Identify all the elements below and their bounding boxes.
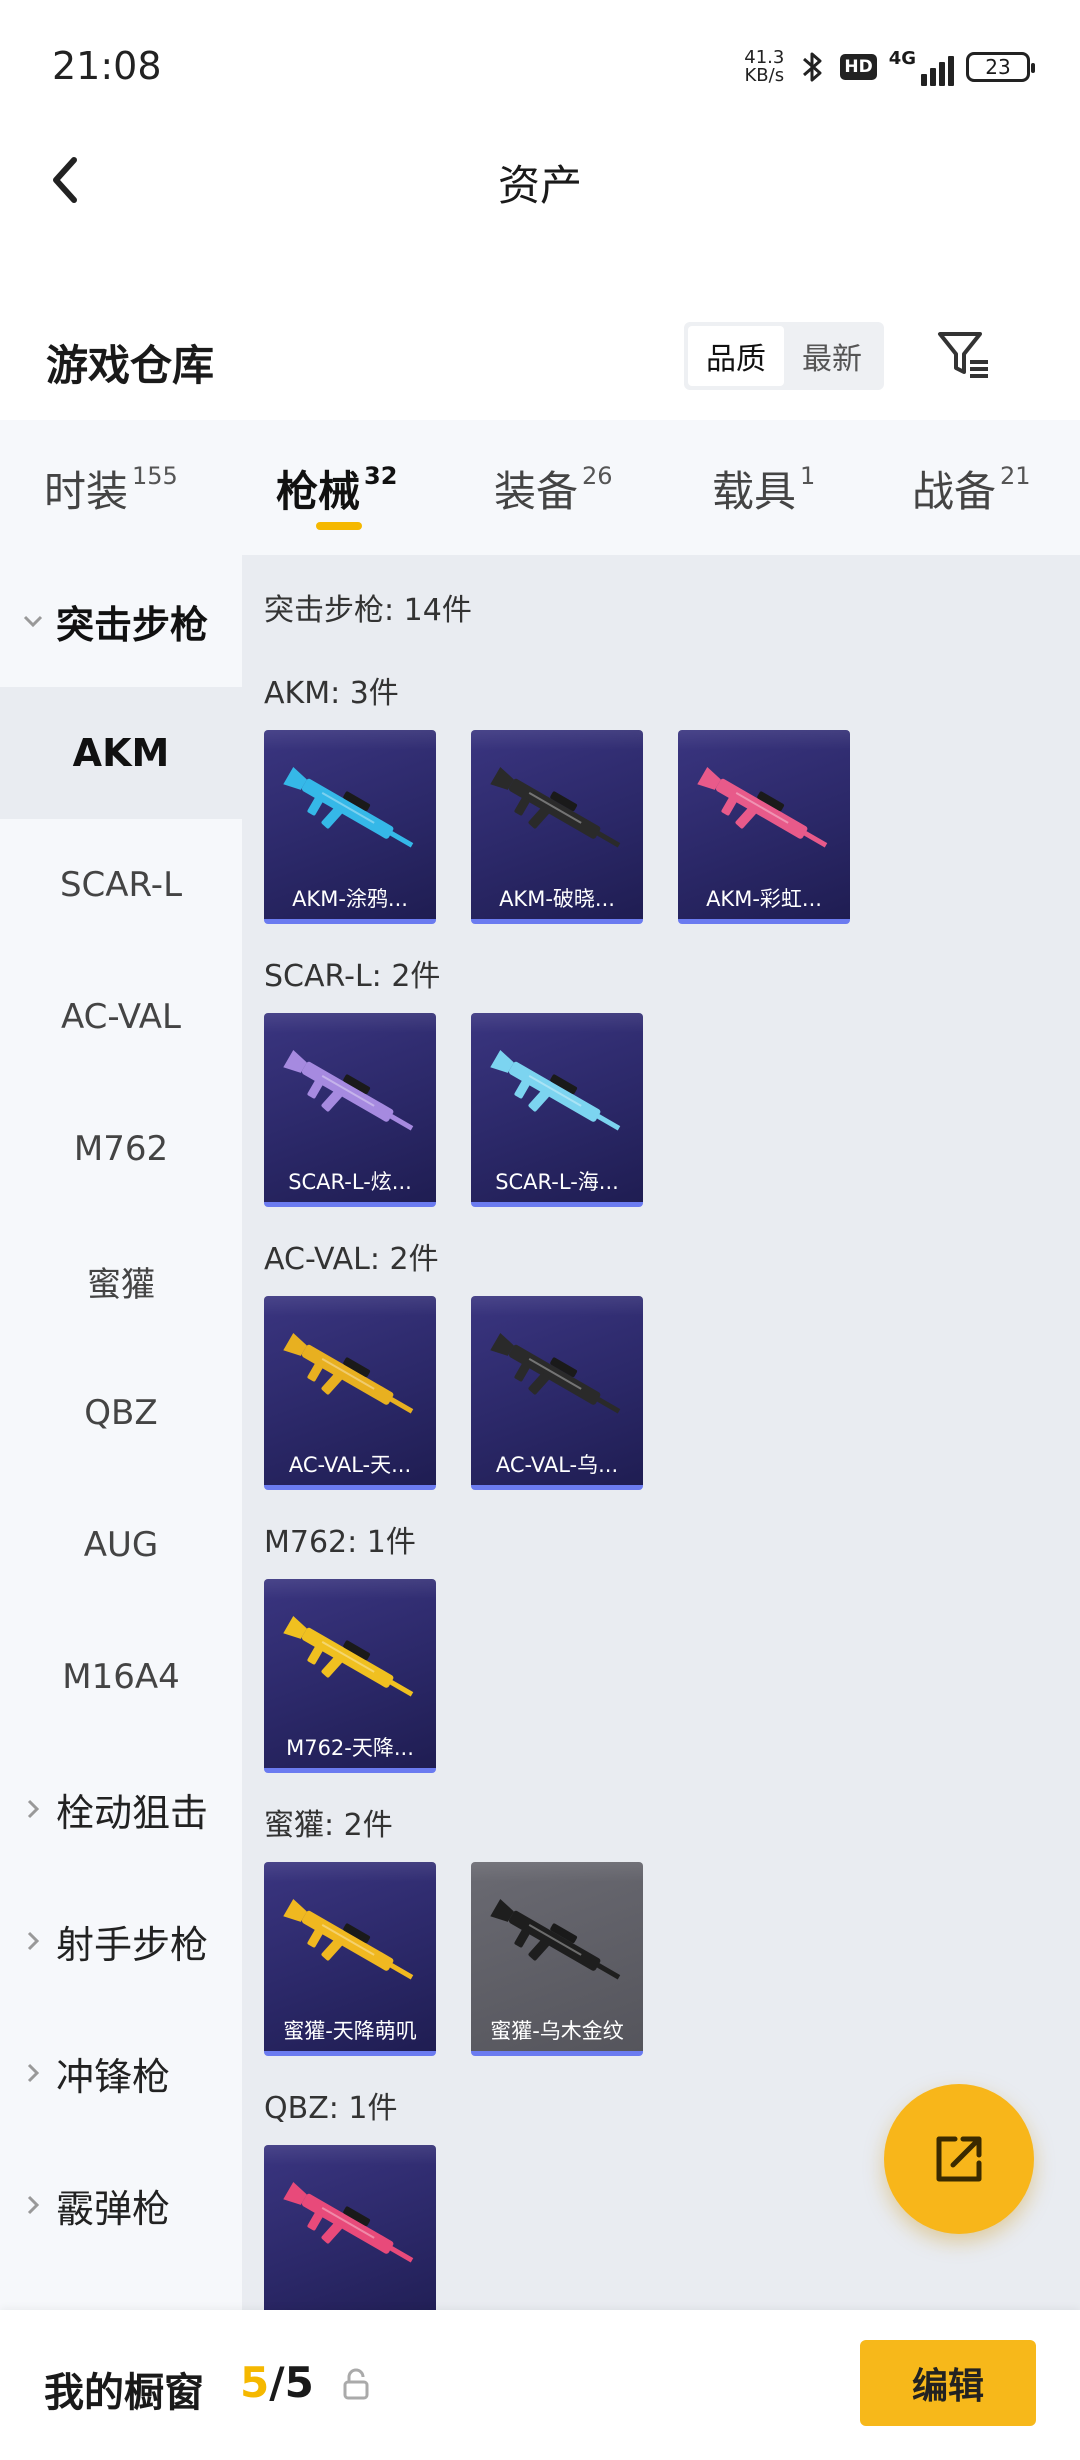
weapon-card[interactable]: 蜜獾-天降萌叽 <box>264 1862 436 2056</box>
sidebar-group-marksman-rifle[interactable]: 射手步枪 <box>0 1875 242 2007</box>
status-bar: 21:08 41.3 KB/s HD 4G 23 <box>0 0 1080 130</box>
showcase-label: 我的橱窗 <box>44 2370 204 2416</box>
sidebar-item-akm[interactable]: AKM <box>0 687 242 819</box>
sidebar-item-scar-l[interactable]: SCAR-L <box>0 819 242 951</box>
sidebar-item-m762[interactable]: M762 <box>0 1083 242 1215</box>
group-title-m762: M762: 1件 <box>264 1525 416 1560</box>
warehouse-header: 游戏仓库 品质 最新 <box>0 310 1080 410</box>
page-title: 资产 <box>497 161 582 210</box>
rifle-icon <box>283 766 414 848</box>
group-title-qbz: QBZ: 1件 <box>264 2091 398 2126</box>
weapon-card[interactable]: SCAR-L-海... <box>471 1013 643 1207</box>
tab-vehicles[interactable]: 载具 1 <box>712 458 815 519</box>
group-title-ac-val: AC-VAL: 2件 <box>264 1242 439 1277</box>
weapon-card[interactable]: AKM-破晓... <box>471 730 643 924</box>
filter-icon[interactable] <box>934 324 994 384</box>
sidebar-item-ac-val[interactable]: AC-VAL <box>0 951 242 1083</box>
status-time: 21:08 <box>52 44 162 88</box>
edit-button[interactable]: 编辑 <box>860 2340 1036 2426</box>
rifle-icon <box>490 766 621 848</box>
bluetooth-icon <box>803 52 822 82</box>
sidebar-item-honey-badger[interactable]: 蜜獾 <box>0 1215 242 1347</box>
sort-quality-button[interactable]: 品质 <box>688 326 784 386</box>
sidebar-item-m16a4[interactable]: M16A4 <box>0 1611 242 1743</box>
weapon-card[interactable]: AKM-彩虹... <box>678 730 850 924</box>
section-title: 游戏仓库 <box>46 341 215 390</box>
status-icons: 41.3 KB/s HD 4G 23 <box>744 44 1035 90</box>
weapon-type-sidebar: 突击步枪 AKM SCAR-L AC-VAL M762 蜜獾 QBZ AUG M… <box>0 555 242 2310</box>
rifle-icon <box>697 766 828 848</box>
tab-firearms[interactable]: 枪械 32 <box>276 458 397 519</box>
net-speed: 41.3 KB/s <box>744 47 785 86</box>
showcase-bar: 我的橱窗 5/5 编辑 <box>0 2310 1080 2460</box>
tab-equipment[interactable]: 装备 26 <box>494 458 613 519</box>
sidebar-group-shotgun[interactable]: 霰弹枪 <box>0 2139 242 2271</box>
group-title-akm: AKM: 3件 <box>264 676 399 711</box>
chevron-right-icon <box>27 1799 40 1819</box>
rifle-icon <box>490 1332 621 1414</box>
weapon-card[interactable]: AC-VAL-天... <box>264 1296 436 1490</box>
weapon-card[interactable]: AC-VAL-乌... <box>471 1296 643 1490</box>
tab-indicator <box>316 522 362 530</box>
share-button[interactable] <box>884 2084 1034 2234</box>
showcase-count: 5/5 <box>240 2358 314 2407</box>
rifle-icon <box>283 1615 414 1697</box>
tab-supplies[interactable]: 战备 21 <box>912 458 1031 519</box>
sort-toggle: 品质 最新 <box>684 322 884 390</box>
weapon-card[interactable]: AKM-涂鸦... <box>264 730 436 924</box>
hd-badge: HD <box>840 54 877 80</box>
rifle-icon <box>283 1332 414 1414</box>
chevron-right-icon <box>27 1931 40 1951</box>
chevron-right-icon <box>27 2063 40 2083</box>
category-summary: 突击步枪: 14件 <box>264 593 472 628</box>
tab-fashion[interactable]: 时装 155 <box>44 458 178 519</box>
sidebar-group-assault-rifle[interactable]: 突击步枪 <box>0 555 242 687</box>
sort-newest-button[interactable]: 最新 <box>784 326 880 386</box>
battery-icon: 23 <box>966 52 1035 82</box>
weapon-grid[interactable]: 突击步枪: 14件 AKM: 3件 AKM-涂鸦... AKM-破晓... AK… <box>242 555 1080 2310</box>
sidebar-group-bolt-action-sniper[interactable]: 栓动狙击 <box>0 1743 242 1875</box>
rifle-icon <box>490 1049 621 1131</box>
chevron-down-icon <box>23 615 43 628</box>
rifle-icon <box>283 1049 414 1131</box>
group-title-honey-badger: 蜜獾: 2件 <box>264 1808 393 1843</box>
signal-icon: 4G <box>889 48 954 86</box>
top-app-bar: 资产 <box>0 130 1080 230</box>
rifle-icon <box>490 1898 621 1980</box>
rifle-icon <box>283 2181 414 2263</box>
sidebar-group-smg[interactable]: 冲锋枪 <box>0 2007 242 2139</box>
weapon-card[interactable]: SCAR-L-炫... <box>264 1013 436 1207</box>
category-tabs: 时装 155 枪械 32 装备 26 载具 1 战备 21 <box>0 420 1080 555</box>
weapon-card[interactable]: M762-天降... <box>264 1579 436 1773</box>
chevron-right-icon <box>27 2195 40 2215</box>
group-title-scar-l: SCAR-L: 2件 <box>264 959 441 994</box>
lock-icon <box>343 2368 369 2400</box>
share-icon <box>936 2136 982 2182</box>
sidebar-item-qbz[interactable]: QBZ <box>0 1347 242 1479</box>
sidebar-item-aug[interactable]: AUG <box>0 1479 242 1611</box>
weapon-card[interactable] <box>264 2145 436 2310</box>
rifle-icon <box>283 1898 414 1980</box>
weapon-card[interactable]: 蜜獾-乌木金纹 <box>471 1862 643 2056</box>
